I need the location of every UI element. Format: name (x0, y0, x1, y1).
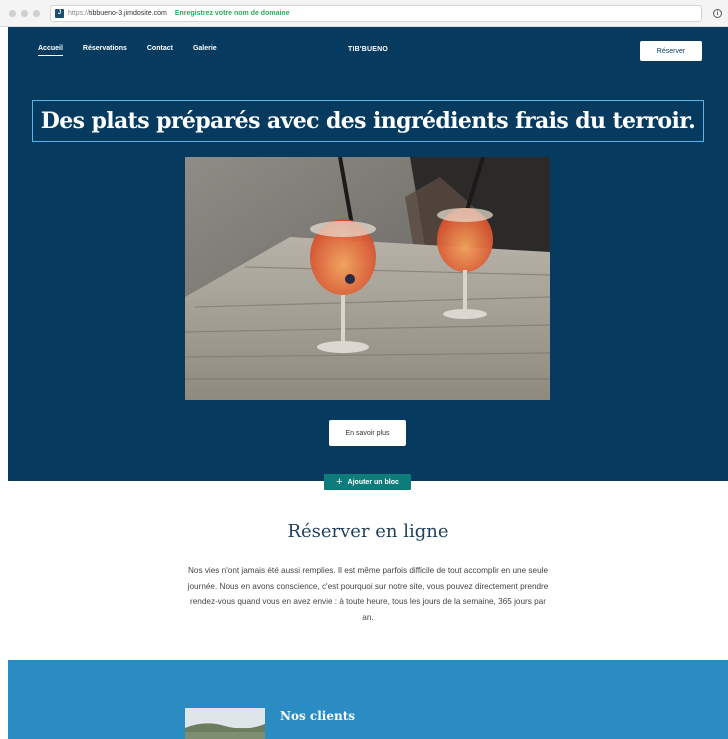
info-icon[interactable]: i (713, 9, 722, 18)
clients-section: Nos clients (8, 660, 728, 739)
add-block-label: Ajouter un bloc (347, 478, 399, 486)
booking-title[interactable]: Réserver en ligne (8, 521, 728, 542)
main-navigation: Accueil Réservations Contact Galerie (38, 45, 237, 56)
address-bar[interactable]: J https:// tibbueno-3.jimdosite.com Enre… (50, 5, 702, 22)
nav-item-reservations[interactable]: Réservations (83, 45, 127, 56)
add-block-button[interactable]: + Ajouter un bloc (324, 474, 411, 490)
minimize-window-dot[interactable] (21, 10, 28, 17)
landscape-image (185, 708, 265, 739)
reserve-button[interactable]: Réserver (640, 41, 702, 61)
url-host: tibbueno-3.jimdosite.com (89, 10, 167, 17)
cocktails-image (185, 157, 550, 400)
nav-item-galerie[interactable]: Galerie (193, 45, 217, 56)
plus-icon: + (336, 476, 343, 488)
booking-description[interactable]: Nos vies n'ont jamais été aussi remplies… (184, 563, 552, 625)
clients-image[interactable] (185, 708, 265, 739)
maximize-window-dot[interactable] (33, 10, 40, 17)
hero-headline[interactable]: Des plats préparés avec des ingrédients … (41, 108, 696, 134)
clients-title[interactable]: Nos clients (280, 709, 355, 723)
url-protocol: https:// (68, 10, 90, 17)
close-window-dot[interactable] (9, 10, 16, 17)
hero-section: Accueil Réservations Contact Galerie TIB… (8, 27, 728, 481)
site-brand[interactable]: TIB'BUENO (348, 46, 388, 53)
hero-photo-cocktails[interactable] (185, 157, 550, 400)
nav-item-accueil[interactable]: Accueil (38, 45, 63, 56)
website-page: Accueil Réservations Contact Galerie TIB… (8, 27, 728, 739)
headline-selection-box[interactable]: Des plats préparés avec des ingrédients … (32, 100, 704, 142)
learn-more-button[interactable]: En savoir plus (329, 420, 406, 446)
jimdo-favicon-icon: J (55, 9, 64, 18)
booking-section: Réserver en ligne Nos vies n'ont jamais … (8, 481, 728, 660)
browser-chrome: J https:// tibbueno-3.jimdosite.com Enre… (0, 0, 728, 27)
register-domain-link[interactable]: Enregistrez votre nom de domaine (175, 10, 290, 17)
window-controls (9, 10, 40, 17)
nav-item-contact[interactable]: Contact (147, 45, 173, 56)
